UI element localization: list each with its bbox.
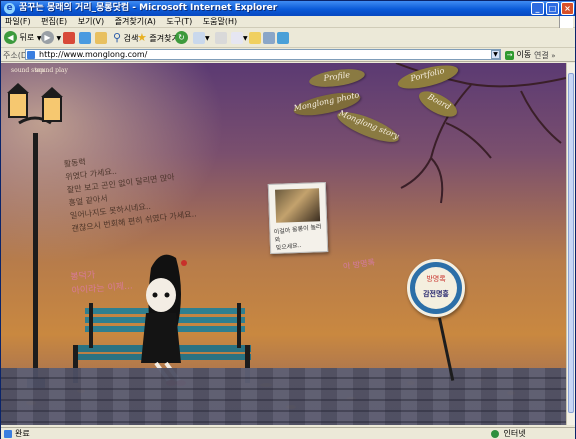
- mail-icon: [193, 31, 205, 44]
- links-chevron-icon: »: [551, 52, 556, 60]
- floor-grid: [1, 368, 566, 425]
- forward-arrow-icon: ▶: [41, 31, 54, 44]
- menu-help[interactable]: 도움말(H): [199, 16, 241, 28]
- research-icon: [263, 31, 275, 44]
- back-arrow-icon: ◀: [4, 31, 17, 44]
- menu-bar: 파일(F) 편집(E) 보기(V) 즐겨찾기(A) 도구(T) 도움말(H): [1, 16, 575, 28]
- ie-logo-icon: e: [4, 3, 15, 14]
- page-favicon-icon: [27, 51, 35, 59]
- messenger-button[interactable]: [277, 31, 289, 45]
- windows-logo-icon: [559, 16, 573, 28]
- security-zone: 인터넷: [491, 428, 526, 439]
- go-arrow-icon: →: [505, 51, 514, 60]
- pink-message: 봉덕가 아이라는 이제...: [70, 265, 133, 298]
- menu-file[interactable]: 파일(F): [1, 16, 35, 28]
- photo-card[interactable]: 이걸아 몽롱이 놀러와 잊으세요..: [267, 182, 329, 254]
- address-input[interactable]: [25, 49, 501, 60]
- search-icon: ⚲: [113, 31, 122, 44]
- home-icon: [95, 31, 107, 44]
- menu-view[interactable]: 보기(V): [74, 16, 108, 28]
- print-button[interactable]: [215, 31, 227, 45]
- stop-icon: [63, 31, 75, 44]
- sign-middle-text: 감전명흥: [423, 289, 449, 298]
- links-button[interactable]: 연결 »: [534, 50, 556, 61]
- back-button[interactable]: ◀ 뒤로 ▼: [4, 31, 41, 45]
- go-button[interactable]: → 이동: [505, 49, 531, 60]
- refresh-icon: [79, 31, 91, 44]
- sign-top-text: 방명록: [426, 275, 446, 283]
- vertical-scrollbar[interactable]: [566, 63, 575, 425]
- menu-favorites[interactable]: 즐겨찾기(A): [111, 16, 160, 28]
- guestbook-sign[interactable]: 방명록 감전명흥: [407, 259, 465, 317]
- go-label: 이동: [516, 50, 532, 59]
- forward-button[interactable]: ▶ ▼: [41, 31, 61, 45]
- sound-play-link[interactable]: sound play: [35, 67, 68, 74]
- folder-button[interactable]: [249, 31, 261, 45]
- internet-zone-icon: [491, 429, 499, 438]
- home-button[interactable]: [95, 31, 107, 45]
- star-icon: ★: [137, 31, 147, 44]
- sign-face: 방명록 감전명흥: [415, 267, 457, 309]
- address-bar: 주소(D) ▼ → 이동 연결 »: [1, 48, 575, 62]
- back-label: 뒤로: [19, 33, 35, 42]
- zone-label: 인터넷: [503, 429, 526, 438]
- maximize-button[interactable]: □: [546, 2, 559, 15]
- links-label: 연결: [534, 51, 549, 60]
- street-lamp-icon: [7, 83, 63, 388]
- favorites-button[interactable]: ★ 즐겨찾기: [137, 31, 179, 45]
- stop-button[interactable]: [63, 31, 75, 45]
- mail-dropdown-icon: ▼: [205, 35, 210, 42]
- history-icon: ↻: [175, 31, 188, 44]
- window-title: 꿈꾸는 몽래의 거리_몽롱닷컴 - Microsoft Internet Exp…: [19, 3, 278, 13]
- minimize-button[interactable]: _: [531, 2, 544, 15]
- menu-edit[interactable]: 편집(E): [37, 16, 71, 28]
- history-button[interactable]: ↻: [175, 31, 188, 45]
- mail-button[interactable]: ▼: [193, 31, 210, 45]
- refresh-button[interactable]: [79, 31, 91, 45]
- folder-icon: [249, 31, 261, 44]
- toolbar: ◀ 뒤로 ▼ ▶ ▼ ⚲ 검색 ★ 즐겨찾기 ↻ ▼ ▼: [1, 28, 575, 48]
- status-bar: 완료 인터넷: [1, 427, 575, 439]
- page-content: sound stop sound play 활동력 위였다 가세요.. 잘만 보…: [1, 63, 566, 425]
- menu-tools[interactable]: 도구(T): [162, 16, 196, 28]
- research-button[interactable]: [263, 31, 275, 45]
- print-icon: [215, 31, 227, 44]
- browser-window: e 꿈꾸는 몽래의 거리_몽롱닷컴 - Microsoft Internet E…: [0, 0, 576, 439]
- photo-image: [275, 188, 321, 223]
- scrollbar-thumb[interactable]: [568, 73, 574, 413]
- edit-icon: [231, 31, 243, 44]
- status-text: 완료: [15, 429, 30, 438]
- edit-dropdown-icon: ▼: [243, 35, 248, 42]
- edit-button[interactable]: ▼: [231, 31, 248, 45]
- address-dropdown-icon[interactable]: ▼: [491, 50, 500, 59]
- search-button[interactable]: ⚲ 검색: [113, 31, 138, 45]
- messenger-icon: [277, 31, 289, 44]
- intro-handwriting: 활동력 위였다 가세요.. 잘만 보고 곤인 없이 달리면 앉아 흥얼 같아서 …: [63, 143, 197, 236]
- photo-caption: 이걸아 몽롱이 놀러와 잊으세요..: [273, 223, 326, 253]
- forward-dropdown-icon: ▼: [56, 35, 62, 42]
- title-bar: e 꿈꾸는 몽래의 거리_몽롱닷컴 - Microsoft Internet E…: [1, 1, 575, 16]
- close-button[interactable]: ×: [561, 2, 574, 15]
- page-status-icon: [4, 430, 12, 438]
